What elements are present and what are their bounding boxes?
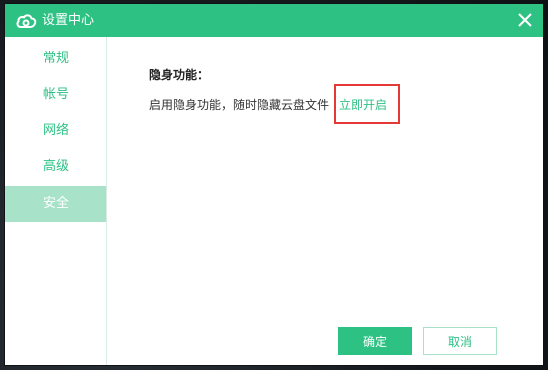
stealth-section-title: 隐身功能： [149,68,210,82]
sidebar-item-advanced[interactable]: 高级 [5,149,106,185]
sidebar-item-account[interactable]: 帐号 [5,77,106,113]
cloud-logo-icon [16,14,37,28]
security-panel: 隐身功能： 启用隐身功能，随时隐藏云盘文件 立即开启 确定 取消 [107,37,543,365]
titlebar: 设置中心 [5,4,543,37]
settings-sidebar: 常规 帐号 网络 高级 安全 [5,37,107,365]
window-title: 设置中心 [42,13,95,28]
sidebar-item-general[interactable]: 常规 [5,41,106,77]
close-icon[interactable] [513,8,537,32]
highlight-annotation-box [334,84,400,124]
cancel-button[interactable]: 取消 [423,327,497,355]
settings-dialog: 设置中心 常规 帐号 网络 高级 安全 隐身功能： 启用隐身功能，随时隐藏云盘文… [5,4,543,365]
sidebar-item-network[interactable]: 网络 [5,113,106,149]
sidebar-item-security[interactable]: 安全 [5,186,106,222]
ok-button[interactable]: 确定 [338,327,412,355]
stealth-description: 启用隐身功能，随时隐藏云盘文件 [149,98,330,112]
